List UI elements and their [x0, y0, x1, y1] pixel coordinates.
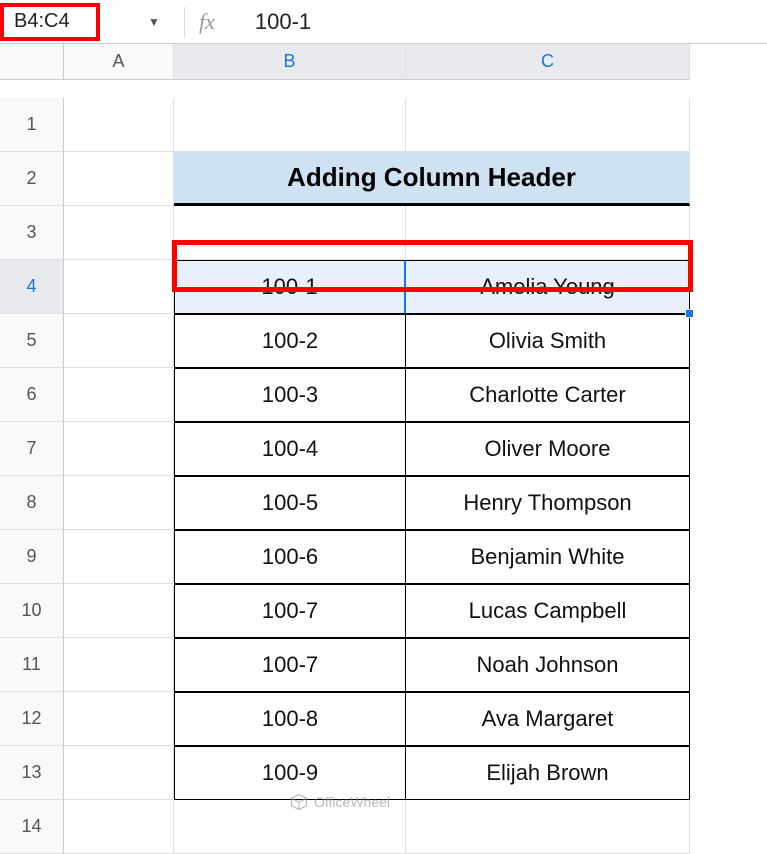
cell-a12[interactable]	[64, 692, 174, 746]
cell-c10[interactable]: Lucas Campbell	[406, 584, 690, 638]
watermark-logo-icon	[290, 793, 308, 811]
cell-c3[interactable]	[406, 206, 690, 260]
cell-a9[interactable]	[64, 530, 174, 584]
row-header-14[interactable]: 14	[0, 800, 64, 854]
cell-c9[interactable]: Benjamin White	[406, 530, 690, 584]
watermark: OfficeWheel	[290, 793, 390, 811]
cell-a1[interactable]	[64, 98, 174, 152]
cell-b4[interactable]: 100-1	[174, 260, 406, 314]
row-header-4[interactable]: 4	[0, 260, 64, 314]
cell-c1[interactable]	[406, 98, 690, 152]
watermark-text: OfficeWheel	[314, 794, 390, 810]
cell-b12[interactable]: 100-8	[174, 692, 406, 746]
fill-handle[interactable]	[685, 309, 694, 318]
cell-c11[interactable]: Noah Johnson	[406, 638, 690, 692]
row-header-9[interactable]: 9	[0, 530, 64, 584]
cell-b1[interactable]	[174, 98, 406, 152]
cell-c8[interactable]: Henry Thompson	[406, 476, 690, 530]
row-header-8[interactable]: 8	[0, 476, 64, 530]
cell-a5[interactable]	[64, 314, 174, 368]
row-header-13[interactable]: 13	[0, 746, 64, 800]
cell-a8[interactable]	[64, 476, 174, 530]
cell-a4[interactable]	[64, 260, 174, 314]
spreadsheet-grid[interactable]: A B C 1 2 Adding Column Header 3 4 100-1…	[0, 44, 767, 854]
row-header-3[interactable]: 3	[0, 206, 64, 260]
cell-a14[interactable]	[64, 800, 174, 854]
select-all-corner[interactable]	[0, 44, 64, 80]
cell-b6[interactable]: 100-3	[174, 368, 406, 422]
col-header-b[interactable]: B	[174, 44, 406, 80]
fx-label: fx	[199, 9, 215, 35]
cell-b13[interactable]: 100-9	[174, 746, 406, 800]
cell-b9[interactable]: 100-6	[174, 530, 406, 584]
title-cell[interactable]: Adding Column Header	[174, 152, 690, 206]
row-header-1[interactable]: 1	[0, 98, 64, 152]
cell-b10[interactable]: 100-7	[174, 584, 406, 638]
cell-a3[interactable]	[64, 206, 174, 260]
row-header-12[interactable]: 12	[0, 692, 64, 746]
row-header-2[interactable]: 2	[0, 152, 64, 206]
row-header-5[interactable]: 5	[0, 314, 64, 368]
cell-b3[interactable]	[174, 206, 406, 260]
cell-c13[interactable]: Elijah Brown	[406, 746, 690, 800]
divider	[184, 7, 185, 37]
cell-a11[interactable]	[64, 638, 174, 692]
cell-a2[interactable]	[64, 152, 174, 206]
name-box[interactable]: B4:C4	[0, 3, 100, 41]
cell-b8[interactable]: 100-5	[174, 476, 406, 530]
cell-b11[interactable]: 100-7	[174, 638, 406, 692]
cell-a13[interactable]	[64, 746, 174, 800]
cell-a10[interactable]	[64, 584, 174, 638]
cell-c4[interactable]: Amelia Young	[406, 260, 690, 314]
row-header-11[interactable]: 11	[0, 638, 64, 692]
row-header-7[interactable]: 7	[0, 422, 64, 476]
cell-c5[interactable]: Olivia Smith	[406, 314, 690, 368]
name-box-dropdown-icon[interactable]: ▼	[148, 15, 160, 29]
cell-b5[interactable]: 100-2	[174, 314, 406, 368]
cell-a7[interactable]	[64, 422, 174, 476]
name-box-container: B4:C4 ▼	[0, 0, 170, 43]
formula-input[interactable]	[255, 9, 767, 35]
cell-c7[interactable]: Oliver Moore	[406, 422, 690, 476]
cell-c12[interactable]: Ava Margaret	[406, 692, 690, 746]
row-header-6[interactable]: 6	[0, 368, 64, 422]
cell-b7[interactable]: 100-4	[174, 422, 406, 476]
cell-c6[interactable]: Charlotte Carter	[406, 368, 690, 422]
formula-bar: B4:C4 ▼ fx	[0, 0, 767, 44]
col-header-c[interactable]: C	[406, 44, 690, 80]
col-header-a[interactable]: A	[64, 44, 174, 80]
cell-c14[interactable]	[406, 800, 690, 854]
cell-a6[interactable]	[64, 368, 174, 422]
row-header-10[interactable]: 10	[0, 584, 64, 638]
